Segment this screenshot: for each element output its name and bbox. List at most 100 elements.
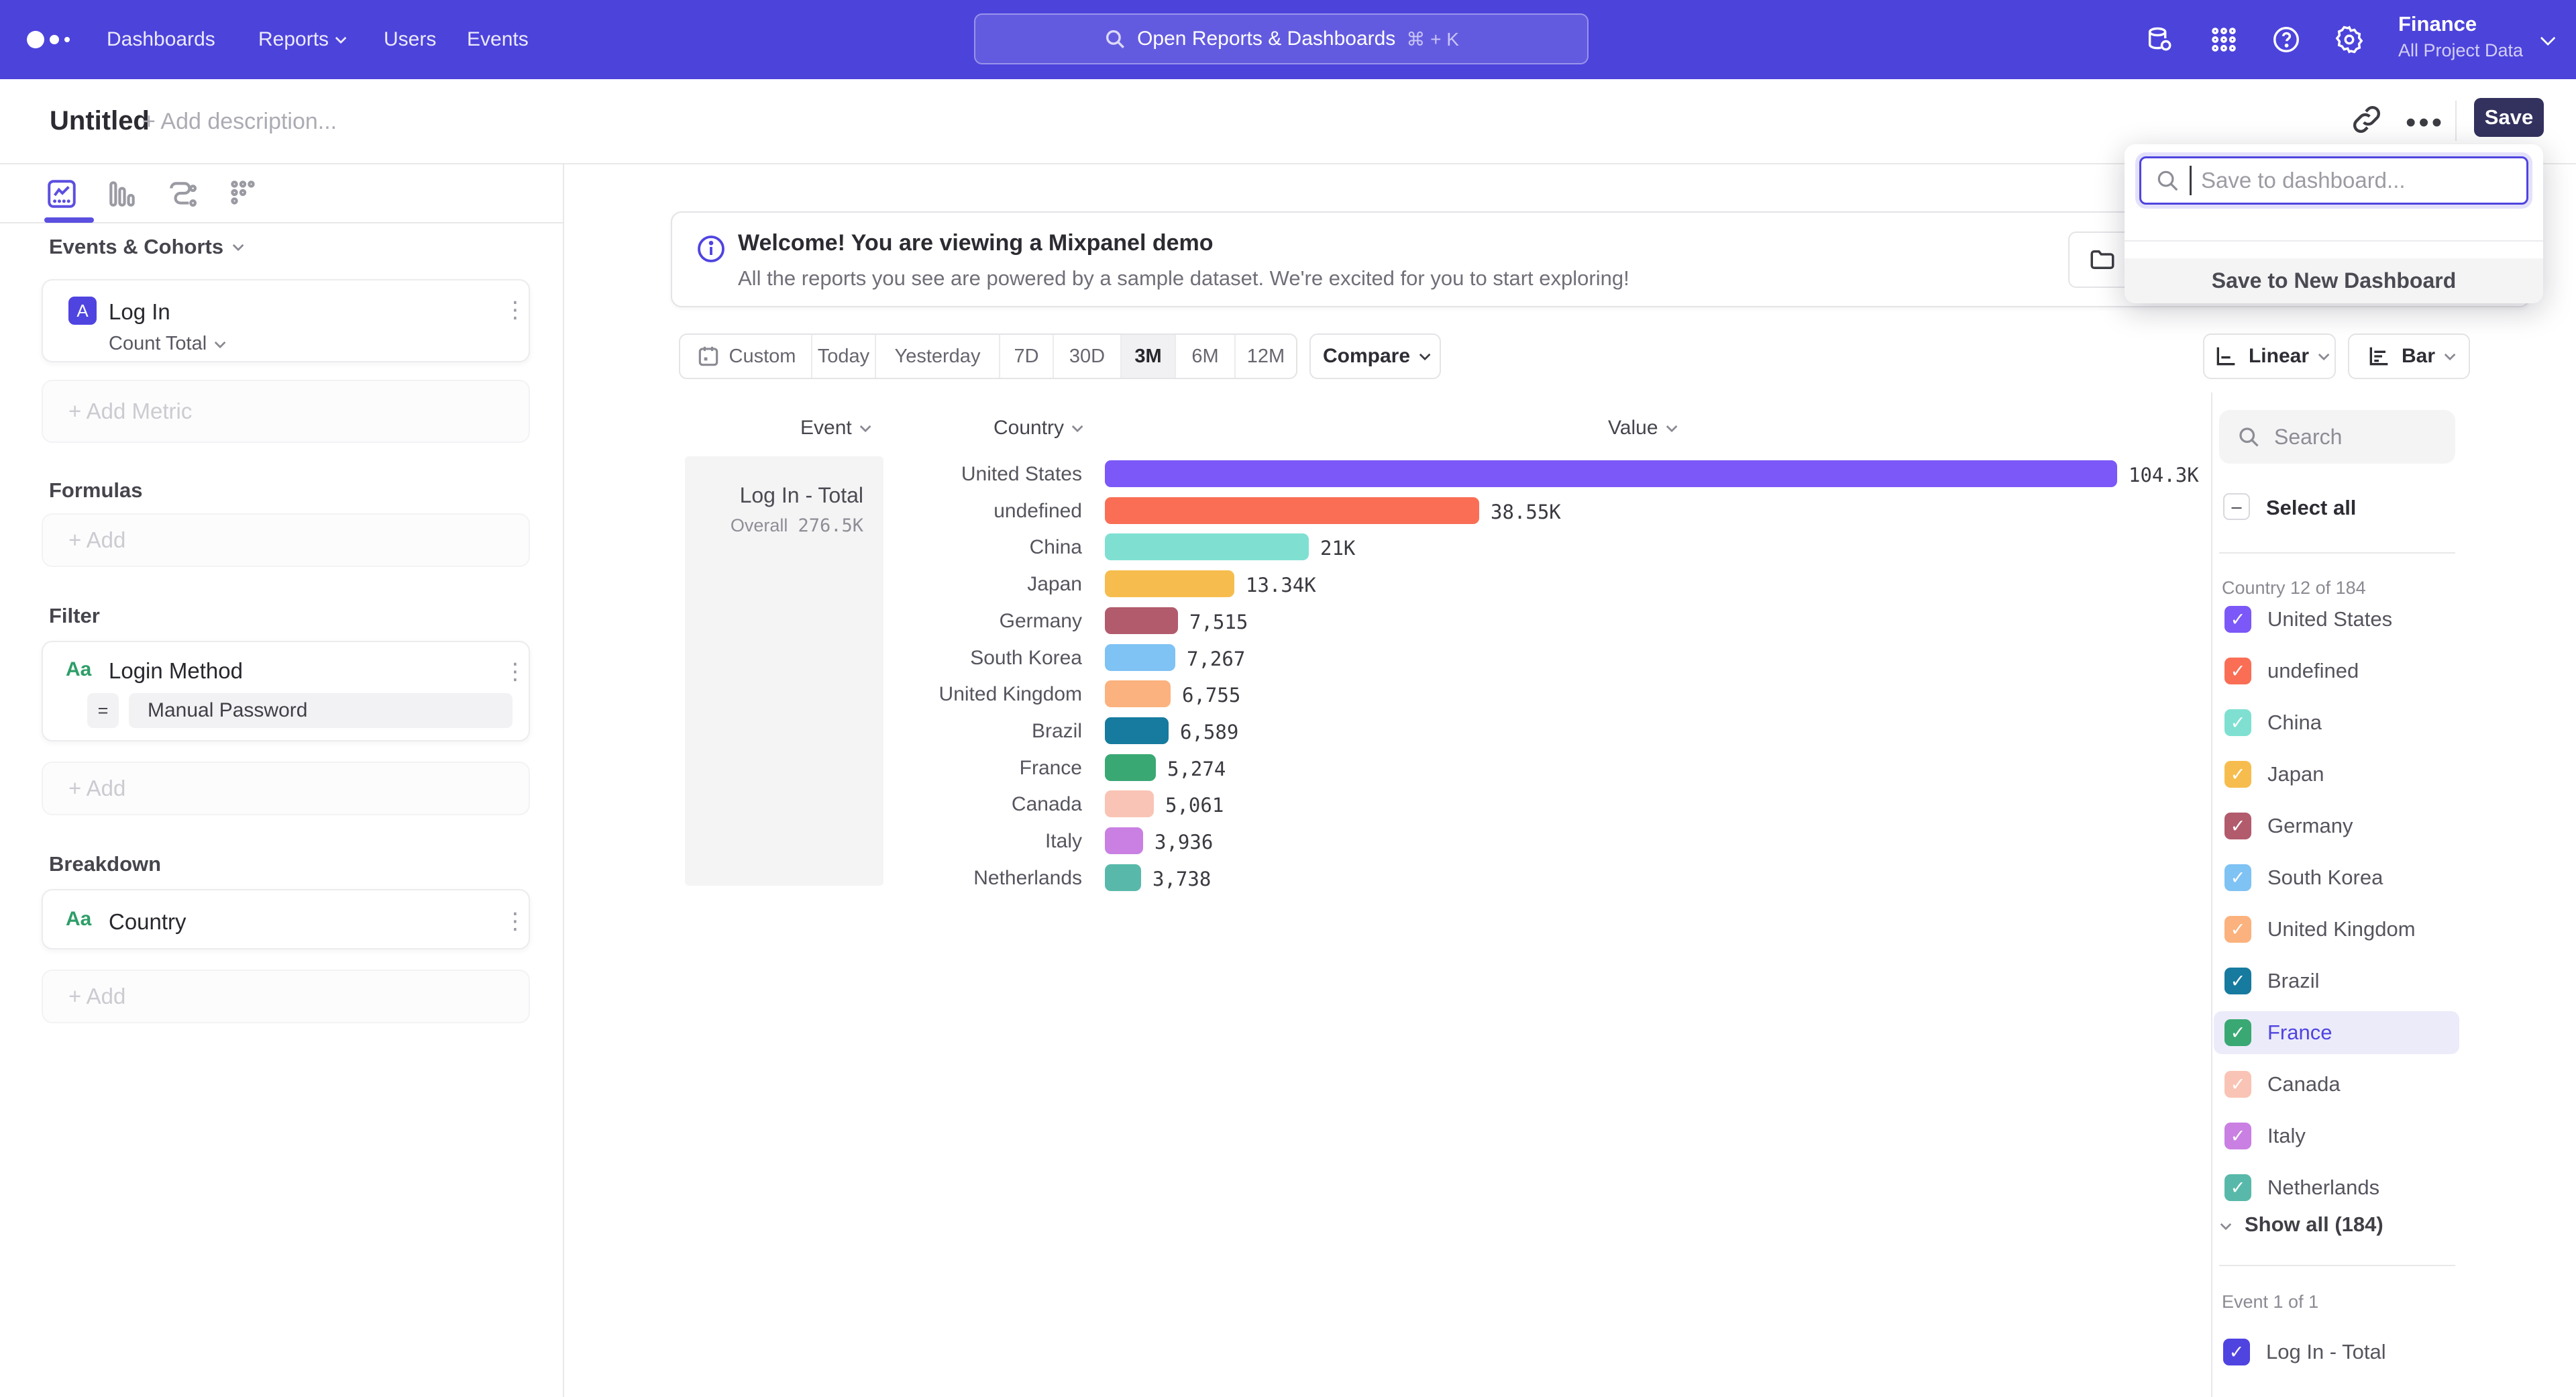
select-all-checkbox-indeterminate[interactable]: – bbox=[2223, 493, 2250, 520]
range-3m-selected[interactable]: 3M bbox=[1122, 335, 1176, 378]
country-checkbox-checked[interactable]: ✓ bbox=[2224, 813, 2251, 839]
breakdown-property-name[interactable]: Country bbox=[109, 909, 186, 935]
metric-card-log-in[interactable]: A Log In ⋮ Count Total bbox=[42, 279, 530, 362]
legend-event-row[interactable]: ✓ Log In - Total bbox=[2212, 1331, 2458, 1374]
column-header-country[interactable]: Country bbox=[994, 417, 1080, 439]
country-checkbox-checked[interactable]: ✓ bbox=[2224, 916, 2251, 943]
save-button[interactable]: Save bbox=[2474, 98, 2544, 137]
metric-kebab-menu[interactable]: ⋮ bbox=[502, 295, 529, 325]
range-6m[interactable]: 6M bbox=[1176, 335, 1236, 378]
project-scope: All Project Data bbox=[2398, 40, 2523, 61]
show-all-button[interactable]: Show all (184) bbox=[2222, 1212, 2383, 1237]
range-today[interactable]: Today bbox=[812, 335, 876, 378]
legend-country-row[interactable]: ✓Italy bbox=[2214, 1115, 2459, 1157]
bar-segment[interactable] bbox=[1105, 497, 1479, 524]
country-checkbox-checked[interactable]: ✓ bbox=[2224, 1019, 2251, 1046]
report-title[interactable]: Untitled bbox=[50, 106, 150, 136]
save-dashboard-search-input[interactable]: Save to dashboard... bbox=[2139, 156, 2528, 205]
nav-events[interactable]: Events bbox=[467, 0, 529, 79]
legend-country-row[interactable]: ✓South Korea bbox=[2214, 856, 2459, 899]
legend-country-row[interactable]: ✓Germany bbox=[2214, 805, 2459, 847]
range-custom[interactable]: Custom bbox=[680, 335, 812, 378]
bar-segment[interactable] bbox=[1105, 533, 1309, 560]
filter-operator-selector[interactable]: = bbox=[87, 693, 119, 728]
tab-retention[interactable] bbox=[225, 176, 260, 211]
add-formula-button[interactable]: + Add bbox=[42, 513, 530, 567]
legend-country-row[interactable]: ✓United Kingdom bbox=[2214, 908, 2459, 951]
panel-divider bbox=[2219, 552, 2455, 554]
legend-country-row[interactable]: ✓China bbox=[2214, 701, 2459, 744]
save-to-new-dashboard-button[interactable]: Save to New Dashboard bbox=[2125, 258, 2543, 303]
project-chevron-down-icon[interactable] bbox=[2526, 0, 2567, 79]
country-checkbox-checked[interactable]: ✓ bbox=[2224, 864, 2251, 891]
nav-reports[interactable]: Reports bbox=[258, 0, 343, 79]
add-breakdown-button[interactable]: + Add bbox=[42, 970, 530, 1023]
nav-users[interactable]: Users bbox=[384, 0, 436, 79]
breakdown-card-country[interactable]: Aa Country ⋮ bbox=[42, 889, 530, 949]
country-checkbox-checked[interactable]: ✓ bbox=[2224, 709, 2251, 736]
legend-country-row[interactable]: ✓Japan bbox=[2214, 753, 2459, 796]
legend-country-row[interactable]: ✓Brazil bbox=[2214, 960, 2459, 1002]
filter-property-name[interactable]: Login Method bbox=[109, 658, 243, 684]
country-checkbox-checked[interactable]: ✓ bbox=[2224, 1071, 2251, 1098]
data-management-icon[interactable] bbox=[2140, 0, 2180, 79]
add-metric-button[interactable]: + Add Metric bbox=[42, 380, 530, 443]
tab-funnels[interactable] bbox=[105, 176, 140, 211]
country-checkbox-checked[interactable]: ✓ bbox=[2224, 968, 2251, 994]
column-header-value[interactable]: Value bbox=[1608, 417, 1674, 439]
bar-segment[interactable] bbox=[1105, 864, 1141, 891]
scale-selector-button[interactable]: Linear bbox=[2203, 333, 2336, 379]
tab-insights[interactable] bbox=[44, 176, 79, 211]
range-12m[interactable]: 12M bbox=[1236, 335, 1296, 378]
report-type-tabs bbox=[0, 164, 563, 223]
bar-segment[interactable] bbox=[1105, 827, 1143, 854]
mixpanel-logo[interactable] bbox=[27, 31, 74, 48]
aggregation-selector[interactable]: Count Total bbox=[109, 333, 223, 355]
select-all-row[interactable]: – Select all bbox=[2212, 486, 2458, 529]
filter-kebab-menu[interactable]: ⋮ bbox=[502, 657, 529, 686]
range-yesterday[interactable]: Yesterday bbox=[876, 335, 1000, 378]
bar-segment[interactable] bbox=[1105, 607, 1178, 634]
help-icon[interactable] bbox=[2266, 0, 2306, 79]
legend-search-input[interactable]: Search bbox=[2219, 410, 2455, 464]
range-30d[interactable]: 30D bbox=[1054, 335, 1122, 378]
chart-type-button[interactable]: Bar bbox=[2348, 333, 2470, 379]
add-filter-button[interactable]: + Add bbox=[42, 762, 530, 815]
copy-link-icon[interactable] bbox=[2349, 102, 2384, 137]
filter-value-selector[interactable]: Manual Password bbox=[129, 693, 513, 728]
bar-segment[interactable] bbox=[1105, 460, 2117, 487]
filter-card-login-method[interactable]: Aa Login Method ⋮ = Manual Password bbox=[42, 641, 530, 741]
country-checkbox-checked[interactable]: ✓ bbox=[2224, 1123, 2251, 1149]
breakdown-kebab-menu[interactable]: ⋮ bbox=[502, 907, 529, 936]
legend-country-row[interactable]: ✓Canada bbox=[2214, 1063, 2459, 1106]
bar-segment[interactable] bbox=[1105, 790, 1154, 817]
legend-country-row[interactable]: ✓France bbox=[2214, 1011, 2459, 1054]
project-selector[interactable]: Finance All Project Data bbox=[2398, 12, 2523, 61]
country-checkbox-checked[interactable]: ✓ bbox=[2224, 658, 2251, 684]
country-checkbox-checked[interactable]: ✓ bbox=[2224, 1174, 2251, 1201]
nav-dashboards[interactable]: Dashboards bbox=[107, 0, 215, 79]
apps-grid-icon[interactable] bbox=[2204, 0, 2244, 79]
legend-country-row[interactable]: ✓United States bbox=[2214, 598, 2459, 641]
settings-gear-icon[interactable] bbox=[2329, 0, 2369, 79]
events-cohorts-section-label[interactable]: Events & Cohorts bbox=[49, 235, 241, 259]
legend-country-row[interactable]: ✓undefined bbox=[2214, 650, 2459, 692]
bar-segment[interactable] bbox=[1105, 644, 1175, 671]
country-checkbox-checked[interactable]: ✓ bbox=[2224, 606, 2251, 633]
tab-flows[interactable] bbox=[165, 176, 200, 211]
bar-segment[interactable] bbox=[1105, 717, 1169, 744]
legend-country-row[interactable]: ✓Netherlands bbox=[2214, 1166, 2459, 1209]
add-description-button[interactable]: + Add description... bbox=[142, 109, 337, 135]
column-header-event[interactable]: Event bbox=[800, 417, 868, 439]
bar-segment[interactable] bbox=[1105, 680, 1171, 707]
country-checkbox-checked[interactable]: ✓ bbox=[2224, 761, 2251, 788]
compare-button[interactable]: Compare bbox=[1309, 333, 1441, 379]
bar-segment[interactable] bbox=[1105, 754, 1156, 781]
event-checkbox-checked[interactable]: ✓ bbox=[2223, 1339, 2250, 1365]
more-options-button[interactable]: ••• bbox=[2406, 106, 2445, 140]
bar-segment[interactable] bbox=[1105, 570, 1234, 597]
metric-event-name[interactable]: Log In bbox=[109, 299, 170, 325]
save-to-dashboard-popover: Save to dashboard... Save to New Dashboa… bbox=[2125, 144, 2543, 303]
range-7d[interactable]: 7D bbox=[1000, 335, 1054, 378]
global-search-input[interactable]: Open Reports & Dashboards ⌘ + K bbox=[974, 13, 1589, 64]
